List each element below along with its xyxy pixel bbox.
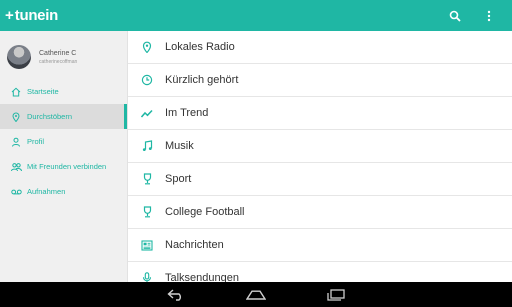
clock-icon <box>141 74 153 86</box>
user-handle: catherinecoffman <box>39 58 78 65</box>
logo-text: tunein <box>14 7 59 24</box>
browse-item-label: Kürzlich gehört <box>165 74 239 86</box>
browse-item-label: Talksendungen <box>165 272 240 282</box>
drawer-nav: Startseite Durchstöbern Profil Mit Freun… <box>0 79 127 204</box>
browse-item-news[interactable]: Nachrichten <box>128 229 512 262</box>
person-icon <box>10 136 22 148</box>
browse-item-label: Im Trend <box>165 107 209 119</box>
newspaper-icon <box>141 239 153 251</box>
browse-item-label: Musik <box>165 140 194 152</box>
microphone-icon <box>141 272 153 282</box>
search-icon[interactable] <box>446 7 464 25</box>
back-icon[interactable] <box>156 282 196 307</box>
browse-item-talk[interactable]: Talksendungen <box>128 262 512 282</box>
browse-item-label: Sport <box>165 173 192 185</box>
browse-list: Lokales Radio Kürzlich gehört Im Trend M… <box>128 31 512 282</box>
home-icon <box>10 86 22 98</box>
browse-item-label: Nachrichten <box>165 239 224 251</box>
browse-item-label: Lokales Radio <box>165 41 235 53</box>
logo-mark: + <box>5 7 14 24</box>
trend-icon <box>141 107 153 119</box>
tunein-logo[interactable]: + tunein <box>5 7 58 24</box>
trophy-icon <box>141 173 153 185</box>
music-note-icon <box>141 140 153 152</box>
location-pin-icon <box>141 41 153 53</box>
sidebar-item-label: Durchstöbern <box>27 112 73 121</box>
sidebar-item-label: Aufnahmen <box>27 187 66 196</box>
avatar[interactable] <box>7 45 31 69</box>
app-bar: + tunein <box>0 0 512 31</box>
trophy-icon <box>141 206 153 218</box>
overflow-menu-icon[interactable] <box>480 7 498 25</box>
browse-item-trending[interactable]: Im Trend <box>128 97 512 130</box>
voicemail-icon <box>10 186 22 198</box>
system-navigation-bar <box>0 282 512 307</box>
sidebar-item-home[interactable]: Startseite <box>0 79 127 104</box>
sidebar-item-recordings[interactable]: Aufnahmen <box>0 179 127 204</box>
browse-item-local-radio[interactable]: Lokales Radio <box>128 31 512 64</box>
sidebar-item-label: Startseite <box>27 87 59 96</box>
browse-item-sport[interactable]: Sport <box>128 163 512 196</box>
sidebar-item-friends[interactable]: Mit Freunden verbinden <box>0 154 127 179</box>
friends-icon <box>10 161 22 173</box>
user-name: Catherine C <box>39 49 77 57</box>
browse-item-college-football[interactable]: College Football <box>128 196 512 229</box>
browse-item-label: College Football <box>165 206 245 218</box>
recent-apps-icon[interactable] <box>316 282 356 307</box>
sidebar-item-label: Mit Freunden verbinden <box>27 162 107 171</box>
home-icon[interactable] <box>236 282 276 307</box>
browse-item-recently-played[interactable]: Kürzlich gehört <box>128 64 512 97</box>
sidebar-item-browse[interactable]: Durchstöbern <box>0 104 127 129</box>
user-profile[interactable]: Catherine C catherinecoffman <box>0 31 127 77</box>
nav-drawer: Catherine C catherinecoffman Startseite … <box>0 31 128 282</box>
app-bar-actions <box>430 0 498 31</box>
location-pin-icon <box>10 111 22 123</box>
sidebar-item-profile[interactable]: Profil <box>0 129 127 154</box>
browse-item-music[interactable]: Musik <box>128 130 512 163</box>
sidebar-item-label: Profil <box>27 137 45 146</box>
